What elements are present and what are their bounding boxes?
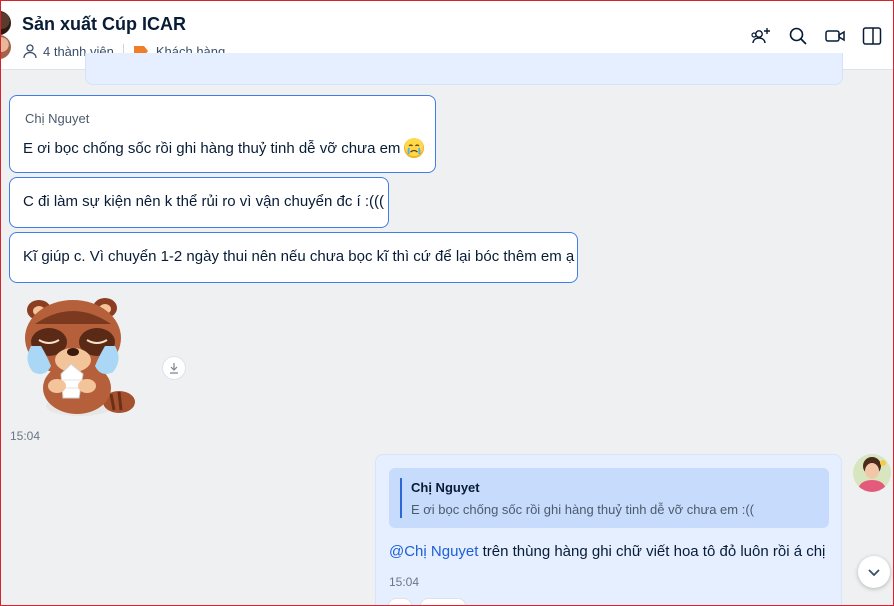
message-text: Kĩ giúp c. Vì chuyển 1-2 ngày thui nên n… xyxy=(23,248,575,265)
quote-sender: Chị Nguyet xyxy=(411,480,480,495)
message-text: C đi làm sự kiện nên k thể rủi ro vì vận… xyxy=(23,193,385,210)
message-text: @Chị Nguyet trên thùng hàng ghi chữ viết… xyxy=(389,543,825,560)
add-member-icon xyxy=(751,28,770,44)
sidebar-toggle-icon xyxy=(862,27,882,45)
user-avatar-image xyxy=(853,454,891,492)
message-bubble[interactable]: C đi làm sự kiện nên k thể rủi ro vì vận… xyxy=(9,177,389,228)
chevron-down-icon xyxy=(868,569,880,577)
sender-name[interactable]: Chị Nguyet xyxy=(25,111,89,126)
conversation-title[interactable]: Sản xuất Cúp ICAR xyxy=(22,14,186,35)
message-bubble[interactable]: Kĩ giúp c. Vì chuyển 1-2 ngày thui nên n… xyxy=(9,232,578,283)
member-avatar xyxy=(1,35,11,59)
video-call-icon xyxy=(825,30,845,42)
mention-link[interactable]: @Chị Nguyet xyxy=(389,543,478,560)
sidebar-toggle-button[interactable] xyxy=(859,23,885,49)
message-body: trên thùng hàng ghi chữ viết hoa tô đỏ l… xyxy=(478,543,826,560)
crying-raccoon-sticker[interactable] xyxy=(19,294,141,420)
search-icon xyxy=(789,27,807,45)
reaction-chip[interactable] xyxy=(420,598,466,605)
search-button[interactable] xyxy=(785,23,811,49)
previous-message xyxy=(85,53,843,85)
download-sticker-button[interactable] xyxy=(162,356,186,380)
crying-face-emoji-icon xyxy=(404,138,425,158)
quote-bar xyxy=(400,478,402,518)
message-time: 15:04 xyxy=(389,575,420,589)
message-row: E ơi bọc chống sốc rồi ghi hàng thuỷ tin… xyxy=(23,138,425,158)
group-avatar[interactable] xyxy=(1,11,11,59)
member-avatar xyxy=(1,11,11,35)
add-member-button[interactable] xyxy=(748,23,774,49)
message-text: E ơi bọc chống sốc rồi ghi hàng thuỷ tin… xyxy=(23,139,401,157)
header-actions xyxy=(748,23,885,49)
scroll-to-bottom-button[interactable] xyxy=(858,556,890,588)
avatar[interactable] xyxy=(853,454,891,492)
reaction-chip[interactable] xyxy=(388,598,412,605)
message-time: 15:04 xyxy=(10,429,41,443)
download-icon xyxy=(170,363,178,374)
message-bubble[interactable]: Chị Nguyet E ơi bọc chống sốc rồi ghi hà… xyxy=(9,95,436,173)
quote-text: E ơi bọc chống sốc rồi ghi hàng thuỷ tin… xyxy=(411,502,754,517)
chat-window: Sản xuất Cúp ICAR 4 thành viên Khách hàn… xyxy=(1,1,893,605)
quoted-message[interactable]: Chị Nguyet E ơi bọc chống sốc rồi ghi hà… xyxy=(389,468,829,528)
my-message-bubble[interactable]: Chị Nguyet E ơi bọc chống sốc rồi ghi hà… xyxy=(375,454,842,605)
video-call-button[interactable] xyxy=(822,23,848,49)
person-icon xyxy=(23,44,37,59)
